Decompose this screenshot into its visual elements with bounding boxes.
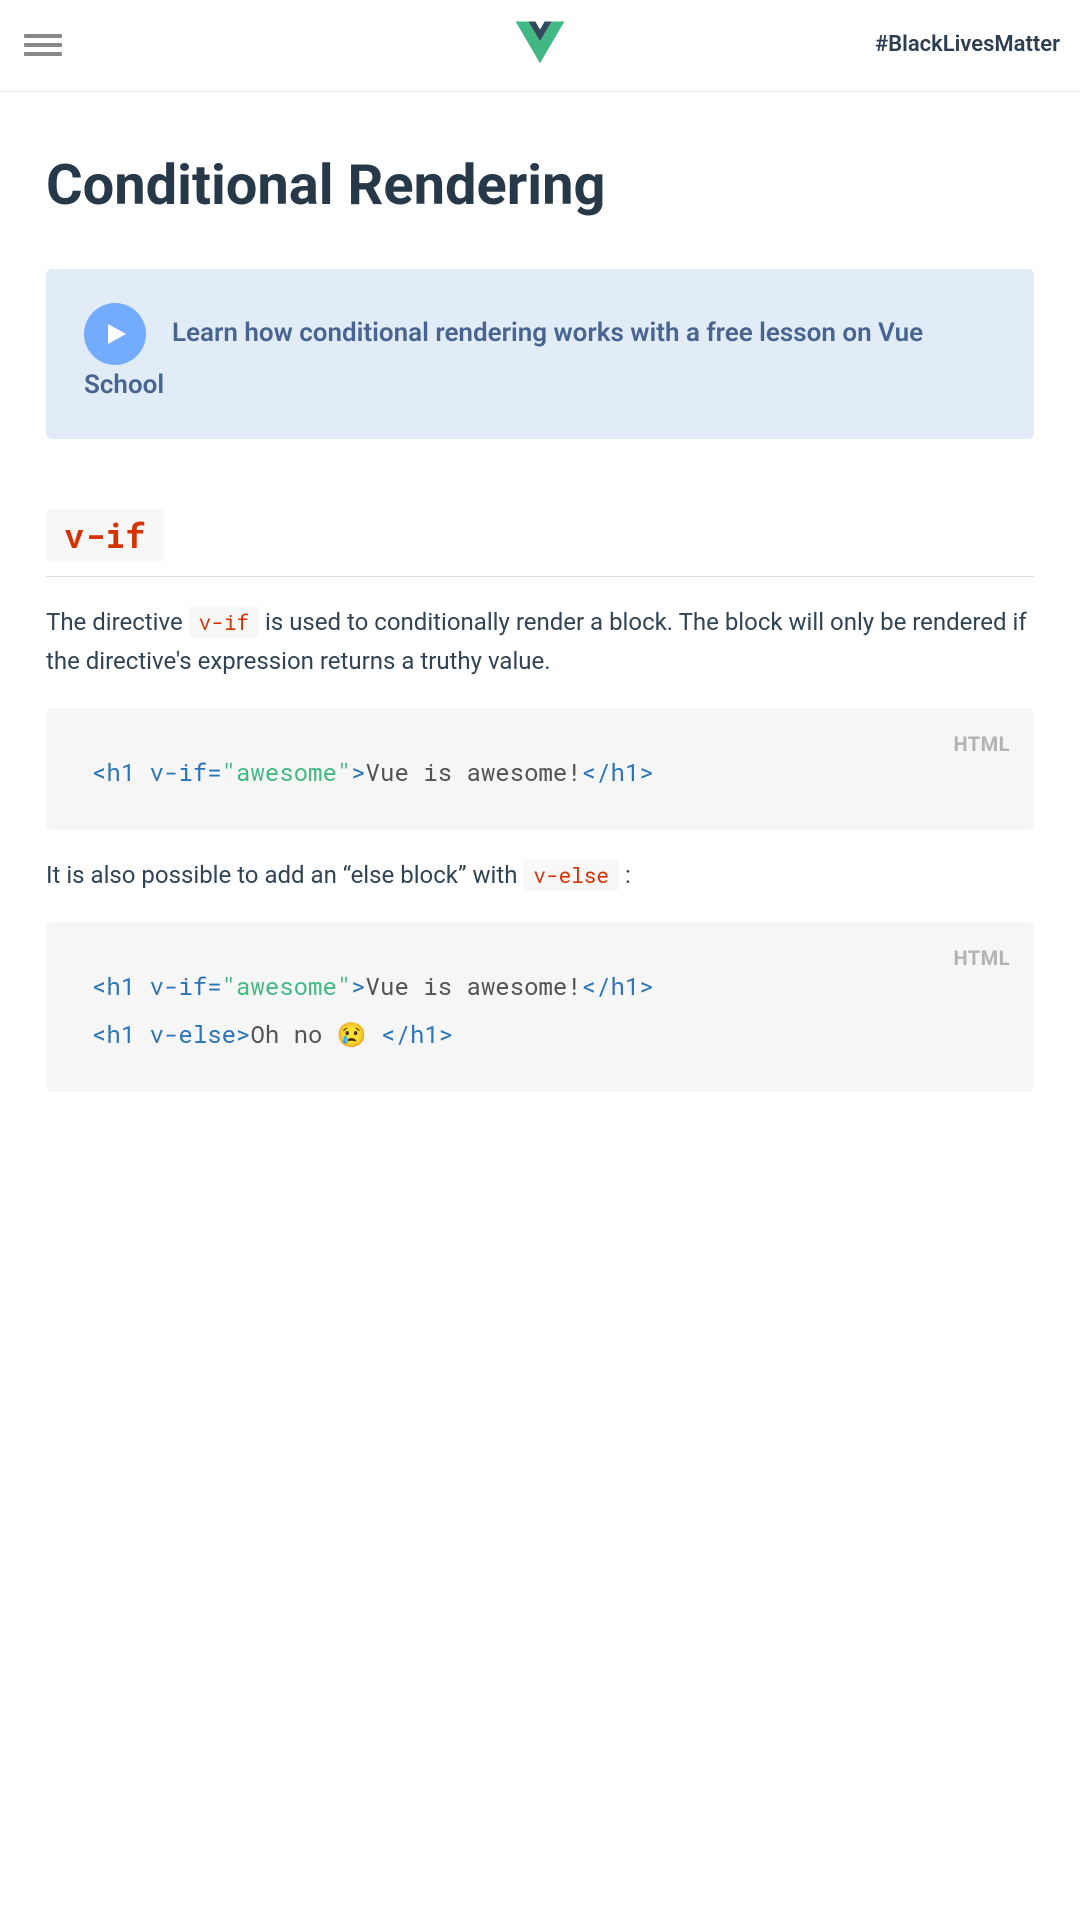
page-title: Conditional Rendering bbox=[46, 152, 1034, 219]
section-heading-vif: v-if bbox=[46, 509, 1034, 576]
para1-code: v-if bbox=[189, 606, 259, 638]
blm-link[interactable]: #BlackLivesMatter bbox=[875, 27, 1060, 62]
code-block-1: HTML <h1 v-if="awesome">Vue is awesome!<… bbox=[46, 708, 1034, 830]
main-content: Conditional Rendering Learn how conditio… bbox=[0, 92, 1080, 1176]
heading-code: v-if bbox=[46, 509, 164, 562]
para2-pre: It is also possible to add an “else bloc… bbox=[46, 861, 523, 889]
code-pre-2: <h1 v-if="awesome">Vue is awesome!</h1> … bbox=[92, 962, 988, 1058]
paragraph-2: It is also possible to add an “else bloc… bbox=[46, 856, 1034, 896]
para2-post: : bbox=[619, 861, 631, 889]
play-icon bbox=[84, 303, 146, 365]
para1-pre: The directive bbox=[46, 608, 189, 636]
code-pre-1: <h1 v-if="awesome">Vue is awesome!</h1> bbox=[92, 748, 988, 796]
banner-inner: Learn how conditional rendering works wi… bbox=[84, 303, 996, 405]
vue-school-banner[interactable]: Learn how conditional rendering works wi… bbox=[46, 269, 1034, 439]
vue-logo-icon[interactable] bbox=[511, 11, 569, 78]
para2-code: v-else bbox=[523, 859, 619, 891]
code-lang-2: HTML bbox=[953, 942, 1010, 974]
header: #BlackLivesMatter bbox=[0, 0, 1080, 92]
code-block-2: HTML <h1 v-if="awesome">Vue is awesome!<… bbox=[46, 922, 1034, 1092]
paragraph-1: The directive v-if is used to conditiona… bbox=[46, 603, 1034, 682]
banner-text: Learn how conditional rendering works wi… bbox=[84, 318, 923, 400]
menu-icon[interactable] bbox=[20, 30, 66, 60]
code-lang-1: HTML bbox=[953, 728, 1010, 760]
